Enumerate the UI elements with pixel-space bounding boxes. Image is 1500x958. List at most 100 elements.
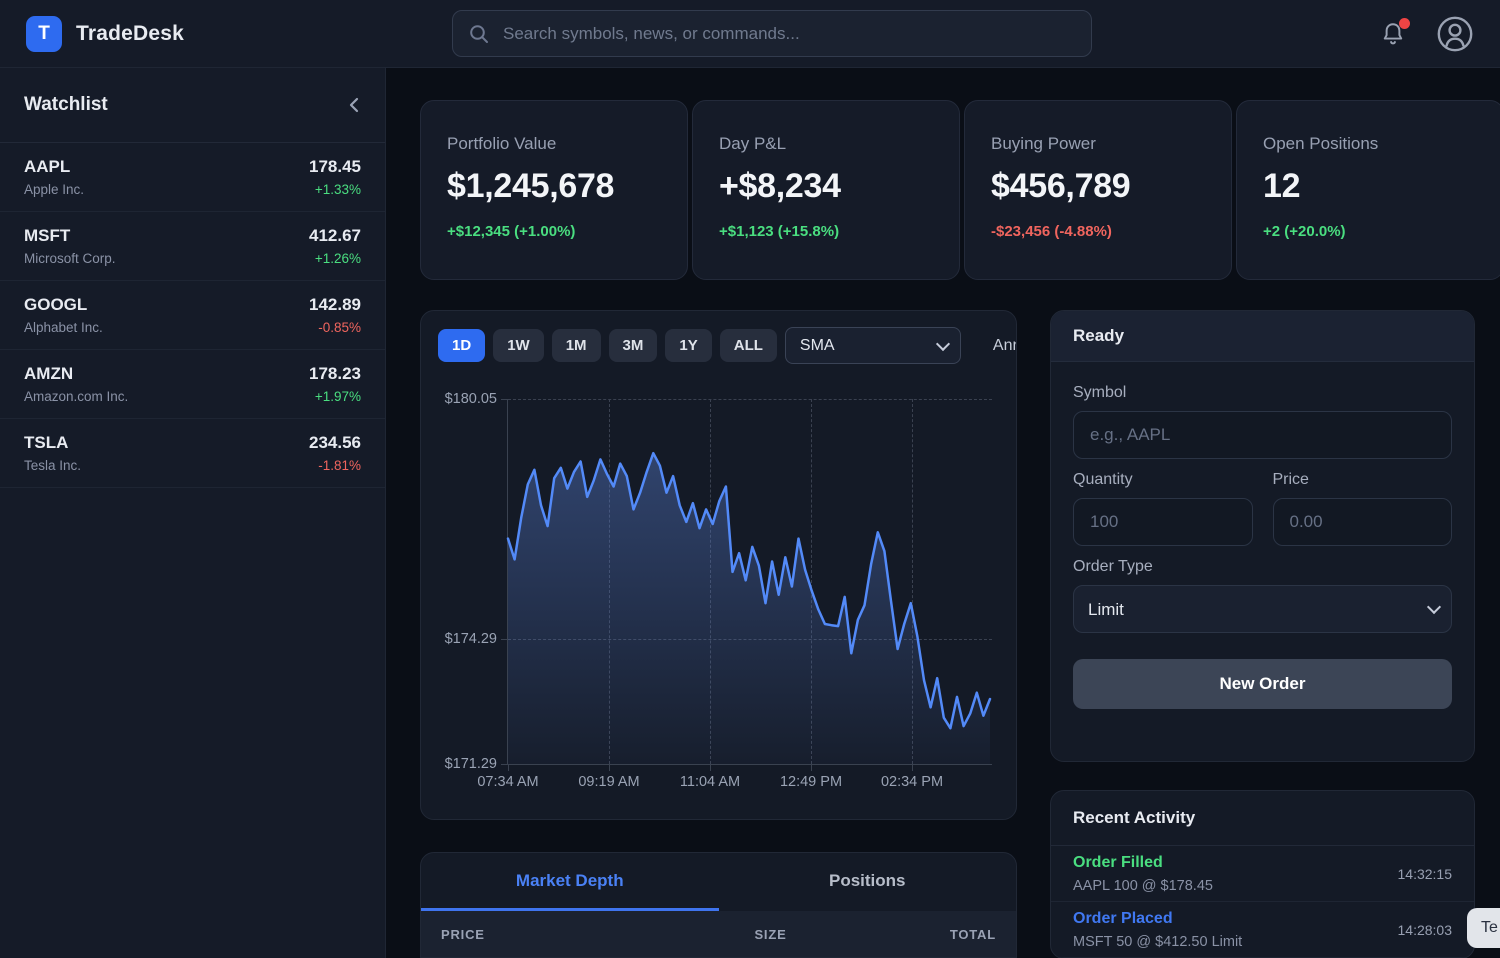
x-axis-label: 11:04 AM (680, 774, 740, 790)
stat-label: Portfolio Value (447, 134, 661, 154)
price-field[interactable] (1273, 498, 1453, 546)
new-order-button[interactable]: New Order (1073, 659, 1452, 709)
activity-type: Order Filled (1073, 854, 1213, 872)
stat-card: Portfolio Value $1,245,678 +$12,345 (+1.… (420, 100, 688, 280)
search-icon (469, 24, 489, 44)
stat-change: +$1,123 (+15.8%) (719, 223, 933, 240)
activity-panel: Recent Activity Order Filled AAPL 100 @ … (1050, 790, 1475, 958)
price-chart-plot[interactable]: 07:34 AM09:19 AM11:04 AM12:49 PM02:34 PM… (507, 399, 992, 765)
price-area (508, 453, 990, 764)
watchlist-row[interactable]: AAPL Apple Inc. 178.45 +1.33% (0, 143, 385, 212)
toast-label: Te (1481, 919, 1498, 937)
topbar: T TradeDesk (0, 0, 1500, 68)
indicator-select[interactable]: SMA (785, 327, 961, 364)
stock-symbol: GOOGL (24, 295, 103, 315)
stock-name: Tesla Inc. (24, 458, 81, 473)
global-search (452, 10, 1092, 57)
collapse-watchlist-button[interactable] (347, 96, 361, 114)
x-axis-label: 12:49 PM (780, 774, 842, 790)
stat-label: Day P&L (719, 134, 933, 154)
y-axis-label: $171.29 (445, 756, 497, 772)
stock-name: Apple Inc. (24, 182, 84, 197)
quantity-label: Quantity (1073, 471, 1253, 489)
annotations-label[interactable]: Anno (993, 337, 1017, 355)
watchlist-row[interactable]: TSLA Tesla Inc. 234.56 -1.81% (0, 419, 385, 488)
stat-change: +2 (+20.0%) (1263, 223, 1477, 240)
activity-row: Order Placed MSFT 50 @ $412.50 Limit 14:… (1051, 902, 1474, 958)
watchlist-panel: Watchlist AAPL Apple Inc. 178.45 +1.33% … (0, 68, 386, 958)
timeframe-1m[interactable]: 1M (552, 329, 601, 362)
tradedesk-app: T TradeDesk (0, 0, 1500, 958)
chart-panel: 1D1W1M3M1YALL SMA Anno 07:34 AM09:19 AM1… (420, 310, 1017, 820)
stat-card: Day P&L +$8,234 +$1,123 (+15.8%) (692, 100, 960, 280)
y-axis-label: $174.29 (445, 631, 497, 647)
indicator-select-wrap: SMA (785, 327, 961, 364)
stock-symbol: TSLA (24, 433, 81, 453)
timeframe-1y[interactable]: 1Y (665, 329, 711, 362)
app-logo[interactable]: T (26, 16, 62, 52)
toast-notification: Te (1467, 908, 1500, 948)
order-status: Ready (1051, 311, 1474, 362)
price-line-svg (508, 399, 992, 764)
price-label: Price (1273, 471, 1453, 489)
stat-label: Open Positions (1263, 134, 1477, 154)
column-label: TOTAL (787, 927, 996, 942)
stock-name: Alphabet Inc. (24, 320, 103, 335)
stat-label: Buying Power (991, 134, 1205, 154)
stat-card: Open Positions 12 +2 (+20.0%) (1236, 100, 1500, 280)
y-tick-mark (501, 399, 507, 400)
y-axis-label: $180.05 (445, 391, 497, 407)
stats-row: Portfolio Value $1,245,678 +$12,345 (+1.… (420, 100, 1500, 280)
activity-title: Recent Activity (1051, 791, 1474, 846)
stat-change: +$12,345 (+1.00%) (447, 223, 661, 240)
stat-card: Buying Power $456,789 -$23,456 (-4.88%) (964, 100, 1232, 280)
order-type-label: Order Type (1073, 558, 1452, 576)
stock-symbol: MSFT (24, 226, 116, 246)
order-panel: Ready Symbol Quantity Price Order Type L… (1050, 310, 1475, 762)
symbol-field[interactable] (1073, 411, 1452, 459)
stock-change: -0.85% (309, 320, 361, 335)
depth-columns: PRICESIZETOTAL (421, 911, 1016, 958)
notifications-button[interactable] (1380, 21, 1406, 47)
watchlist-row[interactable]: AMZN Amazon.com Inc. 178.23 +1.97% (0, 350, 385, 419)
y-tick-mark (501, 764, 507, 765)
tab-positions[interactable]: Positions (719, 853, 1017, 911)
search-input[interactable] (501, 23, 1075, 45)
activity-detail: MSFT 50 @ $412.50 Limit (1073, 934, 1242, 950)
timeframe-1d[interactable]: 1D (438, 329, 485, 362)
stock-name: Amazon.com Inc. (24, 389, 128, 404)
avatar-icon (1436, 15, 1474, 53)
activity-items: Order Filled AAPL 100 @ $178.45 14:32:15… (1051, 846, 1474, 958)
x-tick-mark (710, 765, 711, 771)
timeframe-1w[interactable]: 1W (493, 329, 544, 362)
depth-panel: Market DepthPositions PRICESIZETOTAL (420, 852, 1017, 958)
x-axis-label: 09:19 AM (578, 774, 639, 790)
activity-detail: AAPL 100 @ $178.45 (1073, 878, 1213, 894)
stat-change: -$23,456 (-4.88%) (991, 223, 1205, 240)
depth-tabs: Market DepthPositions (421, 853, 1016, 911)
activity-type: Order Placed (1073, 910, 1242, 928)
stat-value: +$8,234 (719, 167, 933, 206)
quantity-field[interactable] (1073, 498, 1253, 546)
watchlist-title: Watchlist (24, 94, 108, 116)
topbar-actions (1380, 15, 1474, 53)
x-axis-label: 07:34 AM (477, 774, 538, 790)
x-tick-mark (811, 765, 812, 771)
timeframe-3m[interactable]: 3M (609, 329, 658, 362)
stock-change: -1.81% (309, 458, 361, 473)
tab-market-depth[interactable]: Market Depth (421, 853, 719, 911)
stock-change: +1.97% (309, 389, 361, 404)
x-tick-mark (508, 765, 509, 771)
watchlist-row[interactable]: GOOGL Alphabet Inc. 142.89 -0.85% (0, 281, 385, 350)
chart-toolbar: 1D1W1M3M1Y ALL SMA Anno (421, 311, 1016, 380)
watchlist-row[interactable]: MSFT Microsoft Corp. 412.67 +1.26% (0, 212, 385, 281)
profile-button[interactable] (1436, 15, 1474, 53)
x-axis-label: 02:34 PM (881, 774, 943, 790)
activity-row: Order Filled AAPL 100 @ $178.45 14:32:15 (1051, 846, 1474, 902)
app-title: TradeDesk (76, 22, 184, 46)
stock-change: +1.33% (309, 182, 361, 197)
order-type-select[interactable]: Limit (1073, 585, 1452, 633)
stat-value: 12 (1263, 167, 1477, 206)
timeframe-all[interactable]: ALL (720, 329, 777, 362)
column-label: PRICE (441, 927, 650, 942)
